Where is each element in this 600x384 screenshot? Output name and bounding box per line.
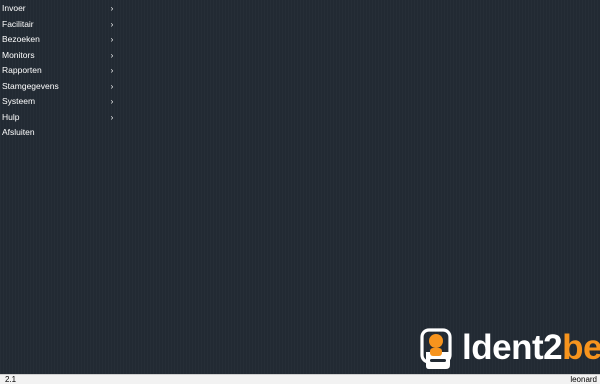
menu-item-stamgegevens[interactable]: Stamgegevens › <box>0 79 118 95</box>
main-menu: Invoer › Facilitair › Bezoeken › Monitor… <box>0 1 118 141</box>
desktop-background: Invoer › Facilitair › Bezoeken › Monitor… <box>0 0 600 374</box>
chevron-right-icon: › <box>110 66 114 75</box>
chevron-right-icon: › <box>110 50 114 60</box>
chevron-right-icon: › <box>110 97 114 106</box>
menu-item-facilitair[interactable]: Facilitair › <box>0 17 118 33</box>
menu-item-label: Stamgegevens <box>2 80 59 91</box>
chevron-right-icon: › <box>110 4 114 13</box>
chevron-right-icon: › <box>110 112 114 122</box>
menu-item-label: Rapporten <box>2 65 42 75</box>
logo-text-main: ldent2 <box>462 328 563 367</box>
menu-item-systeem[interactable]: Systeem › <box>0 94 118 110</box>
menu-item-label: Systeem <box>2 96 36 106</box>
logo-text-accent: be <box>562 328 600 367</box>
status-bar: 2.1 leonard <box>0 374 600 384</box>
chevron-right-icon: › <box>110 35 114 44</box>
chevron-right-icon: › <box>110 81 114 91</box>
menu-item-label: Bezoeken <box>2 34 40 44</box>
menu-item-bezoeken[interactable]: Bezoeken › <box>0 32 118 48</box>
menu-item-afsluiten[interactable]: Afsluiten <box>0 125 118 141</box>
menu-item-label: Invoer <box>2 3 26 13</box>
menu-item-label: Hulp <box>2 111 20 122</box>
id-card-icon <box>420 328 452 369</box>
username-label: leonard <box>570 375 597 384</box>
menu-item-label: Afsluiten <box>2 127 35 137</box>
logo-wordmark: ldent2be <box>462 328 600 368</box>
menu-item-invoer[interactable]: Invoer › <box>0 1 118 17</box>
menu-item-label: Facilitair <box>2 18 34 29</box>
menu-item-hulp[interactable]: Hulp › <box>0 110 118 126</box>
menu-item-label: Monitors <box>2 49 35 60</box>
menu-item-monitors[interactable]: Monitors › <box>0 48 118 64</box>
menu-item-rapporten[interactable]: Rapporten › <box>0 63 118 79</box>
chevron-right-icon: › <box>110 19 114 29</box>
version-label: 2.1 <box>5 375 17 384</box>
ident2be-logo: ldent2be <box>416 326 600 372</box>
